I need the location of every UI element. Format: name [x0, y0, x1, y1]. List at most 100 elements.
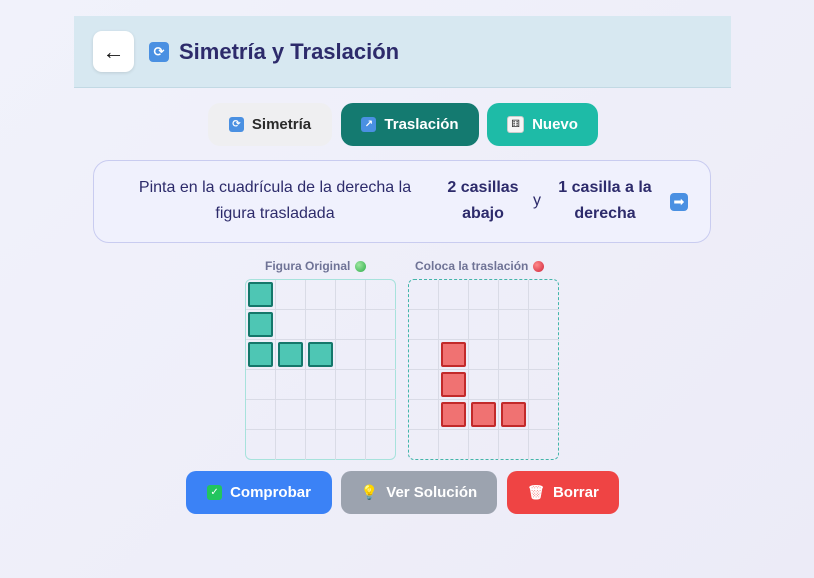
page-title-row: ⟳ Simetría y Traslación [149, 36, 399, 68]
tab-label: Simetría [251, 116, 312, 133]
repeat-icon: ⟳ [228, 117, 244, 132]
grid-cell[interactable] [529, 310, 559, 340]
grid-cell[interactable] [409, 370, 439, 400]
grid-cell [276, 310, 306, 340]
grid-cell [366, 340, 396, 370]
grid-cell [306, 280, 336, 310]
grid-cell [276, 430, 306, 460]
instruction-connector: y [533, 192, 541, 209]
grid-cell[interactable] [409, 400, 439, 430]
grid-cell [366, 280, 396, 310]
grid-cell [246, 370, 276, 400]
grid-cell[interactable] [529, 400, 559, 430]
page-title: Simetría y Traslación [179, 39, 400, 64]
grid-cell [306, 400, 336, 430]
instruction-text: Pinta en la cuadrícula de la derecha la … [138, 179, 412, 222]
grid-cell [306, 310, 336, 340]
instruction-box: Pinta en la cuadrícula de la derecha la … [93, 160, 711, 243]
back-button[interactable]: ← [93, 31, 134, 72]
back-arrow-icon: ← [102, 38, 125, 64]
header: ← ⟳ Simetría y Traslación [74, 16, 731, 88]
grid-cell[interactable] [499, 400, 529, 430]
grid-cell [246, 340, 276, 370]
grid-cell [276, 340, 306, 370]
translated-grid-label: Coloca la traslación [415, 259, 545, 273]
grid-cell[interactable] [499, 280, 529, 310]
solution-label: Ver Solución [386, 484, 478, 501]
tab-simetria[interactable]: ⟳ Simetría [208, 103, 332, 146]
grid-cell [336, 430, 366, 460]
grid-cell [246, 430, 276, 460]
grid-cell[interactable] [529, 280, 559, 310]
grid-cell [366, 310, 396, 340]
grid-cell[interactable] [439, 310, 469, 340]
grid-cell[interactable] [439, 370, 469, 400]
tab-label: Nuevo [532, 116, 578, 133]
check-icon: ✓ [207, 485, 223, 500]
grid-cell[interactable] [499, 310, 529, 340]
grid-cell[interactable] [469, 370, 499, 400]
green-circle-icon [355, 260, 367, 272]
original-grid [245, 279, 396, 460]
grid-cell [246, 280, 276, 310]
check-label: Comprobar [230, 484, 311, 501]
grid-cell [336, 280, 366, 310]
repeat-icon: ⟳ [149, 42, 169, 62]
grid-cell[interactable] [409, 310, 439, 340]
grid-cell[interactable] [469, 280, 499, 310]
grid-cell [276, 370, 306, 400]
translation-grid[interactable] [408, 279, 559, 460]
check-button[interactable]: ✓ Comprobar [186, 471, 332, 514]
clear-label: Borrar [552, 484, 599, 501]
mode-tabs: ⟳ Simetría ↗ Traslación ⚅ Nuevo [0, 103, 814, 147]
translated-grid-title: Coloca la traslación [415, 259, 529, 273]
grid-cell[interactable] [439, 430, 469, 460]
grid-cell[interactable] [529, 340, 559, 370]
tab-traslacion[interactable]: ↗ Traslación [341, 103, 479, 146]
grid-cell [336, 400, 366, 430]
grid-cell[interactable] [529, 430, 559, 460]
grid-cell[interactable] [499, 370, 529, 400]
action-buttons: ✓ Comprobar 💡 Ver Solución 🗑 Borrar [0, 471, 814, 514]
grid-cell [336, 310, 366, 340]
grid-cell[interactable] [439, 280, 469, 310]
grid-cell[interactable] [469, 400, 499, 430]
arrow-up-right-icon: ↗ [361, 117, 377, 132]
grid-cell [306, 340, 336, 370]
grid-cell [366, 400, 396, 430]
tab-nuevo[interactable]: ⚅ Nuevo [487, 103, 598, 146]
grid-cell [336, 340, 366, 370]
grid-cell [336, 370, 366, 400]
grid-cell[interactable] [439, 400, 469, 430]
grid-cell [366, 370, 396, 400]
grid-cell [276, 400, 306, 430]
grid-cell[interactable] [469, 340, 499, 370]
original-grid-title: Figura Original [265, 259, 351, 273]
grid-cell[interactable] [469, 310, 499, 340]
grid-cell [366, 430, 396, 460]
grid-cell [246, 310, 276, 340]
grid-cell[interactable] [409, 430, 439, 460]
grid-cell [246, 400, 276, 430]
grid-cell[interactable] [499, 340, 529, 370]
die-icon: ⚅ [507, 116, 525, 133]
instruction-highlight-right: 1 casilla a la derecha [558, 179, 652, 222]
trash-icon: 🗑 [527, 484, 545, 500]
grid-cell[interactable] [469, 430, 499, 460]
grid-cell [306, 370, 336, 400]
red-circle-icon [533, 260, 545, 272]
clear-button[interactable]: 🗑 Borrar [507, 471, 619, 514]
tab-label: Traslación [384, 116, 459, 133]
grid-cell[interactable] [529, 370, 559, 400]
grid-cell[interactable] [409, 340, 439, 370]
arrow-right-icon: ➡ [670, 193, 688, 211]
grid-cell [306, 430, 336, 460]
original-grid-label: Figura Original [265, 259, 367, 273]
grid-cell[interactable] [499, 430, 529, 460]
grid-cell[interactable] [409, 280, 439, 310]
grid-cell [276, 280, 306, 310]
lightbulb-icon: 💡 [360, 484, 379, 500]
show-solution-button[interactable]: 💡 Ver Solución [341, 471, 497, 514]
grid-cell[interactable] [439, 340, 469, 370]
instruction-highlight-down: 2 casillas abajo [447, 179, 519, 222]
